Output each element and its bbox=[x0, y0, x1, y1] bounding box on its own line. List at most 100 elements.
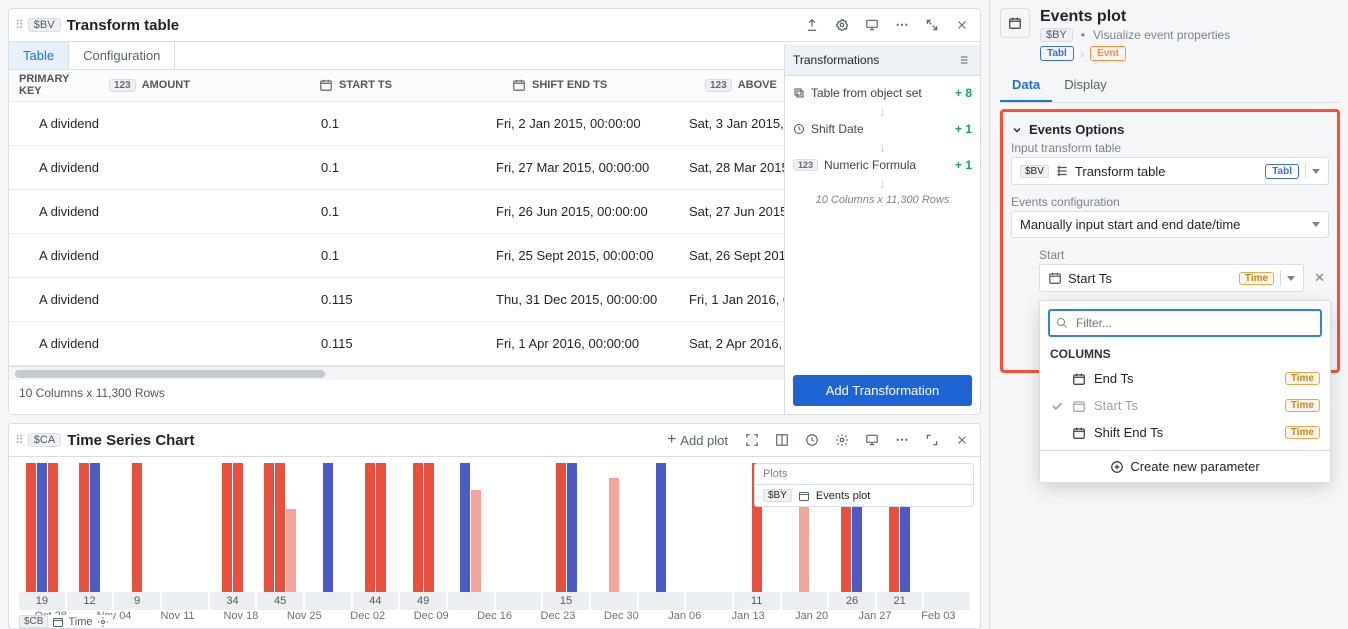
clock-icon[interactable] bbox=[800, 428, 824, 452]
plots-row[interactable]: $BY Events plot bbox=[755, 485, 973, 506]
input-transform-selector[interactable]: $BV Transform table Tabl bbox=[1011, 157, 1329, 185]
numeric-badge-icon: 123 bbox=[109, 79, 136, 92]
plots-label: Events plot bbox=[816, 490, 870, 502]
transformation-item[interactable]: 123Numeric Formula+ 1 bbox=[793, 154, 972, 176]
hist-cell bbox=[448, 592, 494, 610]
xtick: Jan 13 bbox=[716, 610, 779, 628]
bar-group bbox=[686, 463, 732, 592]
close-icon[interactable] bbox=[950, 428, 974, 452]
add-plot-button[interactable]: + Add plot bbox=[661, 428, 734, 452]
hist-cell: 15 bbox=[543, 592, 589, 610]
dropdown-option[interactable]: Shift End TsTime bbox=[1040, 419, 1330, 446]
chart-histogram-row: 191293445444915112621 bbox=[9, 592, 980, 610]
transform-table-card: ⠿ $BV Transform table ⋯ Table Configurat… bbox=[8, 8, 981, 415]
card-title: Time Series Chart bbox=[67, 432, 655, 449]
events-plot-icon bbox=[1000, 8, 1030, 38]
transformation-item[interactable]: Shift Date+ 1 bbox=[793, 118, 972, 140]
transformation-item[interactable]: Table from object set+ 8 bbox=[793, 82, 972, 104]
list-icon[interactable] bbox=[954, 51, 972, 69]
drag-handle-icon[interactable]: ⠿ bbox=[15, 18, 22, 32]
xtick: Dec 16 bbox=[463, 610, 526, 628]
axis-left-control[interactable]: $CB Time bbox=[15, 615, 113, 628]
hist-cell bbox=[496, 592, 542, 610]
tab-display[interactable]: Display bbox=[1052, 71, 1119, 102]
transform-table-titlebar: ⠿ $BV Transform table ⋯ bbox=[9, 9, 980, 42]
events-config-label: Events configuration bbox=[1011, 195, 1329, 209]
calendar-icon bbox=[319, 78, 333, 92]
xtick: Feb 03 bbox=[907, 610, 970, 628]
hist-cell bbox=[924, 592, 970, 610]
bar-group bbox=[543, 463, 589, 592]
present-icon[interactable] bbox=[860, 428, 884, 452]
hist-cell: 44 bbox=[353, 592, 399, 610]
numeric-badge-icon: 123 bbox=[705, 79, 732, 92]
arrow-down-icon: ↓ bbox=[793, 104, 972, 118]
hist-cell bbox=[305, 592, 351, 610]
xtick: Jan 20 bbox=[780, 610, 843, 628]
events-options-header[interactable]: Events Options bbox=[1011, 122, 1329, 137]
start-label: Start bbox=[1039, 248, 1329, 262]
gear-icon[interactable] bbox=[830, 428, 854, 452]
close-icon[interactable] bbox=[950, 13, 974, 37]
col-start-ts[interactable]: START TS bbox=[309, 70, 502, 102]
col-amount-group[interactable]: 123 AMOUNT bbox=[99, 70, 309, 102]
bar-group bbox=[67, 463, 113, 592]
type-tag: Time bbox=[1239, 272, 1274, 285]
dropdown-option[interactable]: End TsTime bbox=[1040, 365, 1330, 392]
xtick: Dec 02 bbox=[336, 610, 399, 628]
ref-chip: $BV bbox=[28, 18, 61, 32]
tab-table[interactable]: Table bbox=[9, 42, 69, 69]
plots-header: Plots bbox=[755, 464, 973, 485]
remove-start-button[interactable]: ✕ bbox=[1310, 270, 1329, 286]
bar-group bbox=[639, 463, 685, 592]
expand-icon[interactable] bbox=[920, 428, 944, 452]
events-config-selector[interactable]: Manually input start and end date/time bbox=[1011, 211, 1329, 238]
axis-label: Time bbox=[68, 616, 92, 628]
ref-chip: $CB bbox=[19, 615, 48, 628]
gear-icon[interactable] bbox=[830, 13, 854, 37]
col-primary-key[interactable]: PRIMARY KEY bbox=[9, 70, 99, 102]
export-icon[interactable] bbox=[800, 13, 824, 37]
arrow-down-icon: ↓ bbox=[793, 140, 972, 154]
ref-chip: $BV bbox=[1020, 165, 1049, 178]
time-series-body: Plots $BY Events plot 191293445444915112… bbox=[9, 457, 980, 628]
hist-cell: 12 bbox=[67, 592, 113, 610]
hist-cell bbox=[639, 592, 685, 610]
expand-icon[interactable] bbox=[920, 13, 944, 37]
xtick: Jan 06 bbox=[653, 610, 716, 628]
add-transformation-button[interactable]: Add Transformation bbox=[793, 375, 972, 406]
hist-cell: 11 bbox=[734, 592, 780, 610]
hist-cell: 21 bbox=[877, 592, 923, 610]
search-icon bbox=[1056, 317, 1068, 329]
tab-data[interactable]: Data bbox=[1000, 71, 1052, 102]
filter-input[interactable] bbox=[1074, 315, 1314, 331]
start-field-dropdown: COLUMNS End TsTimeStart TsTimeShift End … bbox=[1039, 300, 1331, 483]
ref-chip: $CA bbox=[28, 433, 61, 447]
bar-group bbox=[305, 463, 351, 592]
ref-chip: $BY bbox=[1040, 28, 1073, 42]
xtick: Nov 11 bbox=[146, 610, 209, 628]
crumb-evnt[interactable]: Evnt bbox=[1090, 46, 1126, 61]
col-shift-end-ts[interactable]: SHIFT END TS bbox=[502, 70, 695, 102]
transformations-panel: Transformations Table from object set+ 8… bbox=[784, 45, 980, 414]
hist-cell bbox=[162, 592, 208, 610]
hist-cell bbox=[782, 592, 828, 610]
bar-group bbox=[400, 463, 446, 592]
side-subtitle: Visualize event properties bbox=[1093, 28, 1230, 42]
xtick: Dec 23 bbox=[526, 610, 589, 628]
more-icon[interactable]: ⋯ bbox=[890, 13, 914, 37]
tab-configuration[interactable]: Configuration bbox=[69, 42, 175, 69]
more-icon[interactable]: ⋯ bbox=[890, 428, 914, 452]
crumb-tabl[interactable]: Tabl bbox=[1040, 46, 1074, 61]
split-icon[interactable] bbox=[770, 428, 794, 452]
calendar-icon bbox=[512, 78, 526, 92]
fit-icon[interactable] bbox=[740, 428, 764, 452]
plus-circle-icon bbox=[1110, 460, 1124, 474]
dropdown-option[interactable]: Start TsTime bbox=[1040, 392, 1330, 419]
drag-handle-icon[interactable]: ⠿ bbox=[15, 433, 22, 447]
create-parameter-button[interactable]: Create new parameter bbox=[1040, 450, 1330, 478]
start-field-selector[interactable]: Start Ts Time bbox=[1039, 264, 1304, 292]
gear-icon bbox=[97, 616, 109, 628]
present-icon[interactable] bbox=[860, 13, 884, 37]
side-title: Events plot bbox=[1040, 8, 1340, 26]
